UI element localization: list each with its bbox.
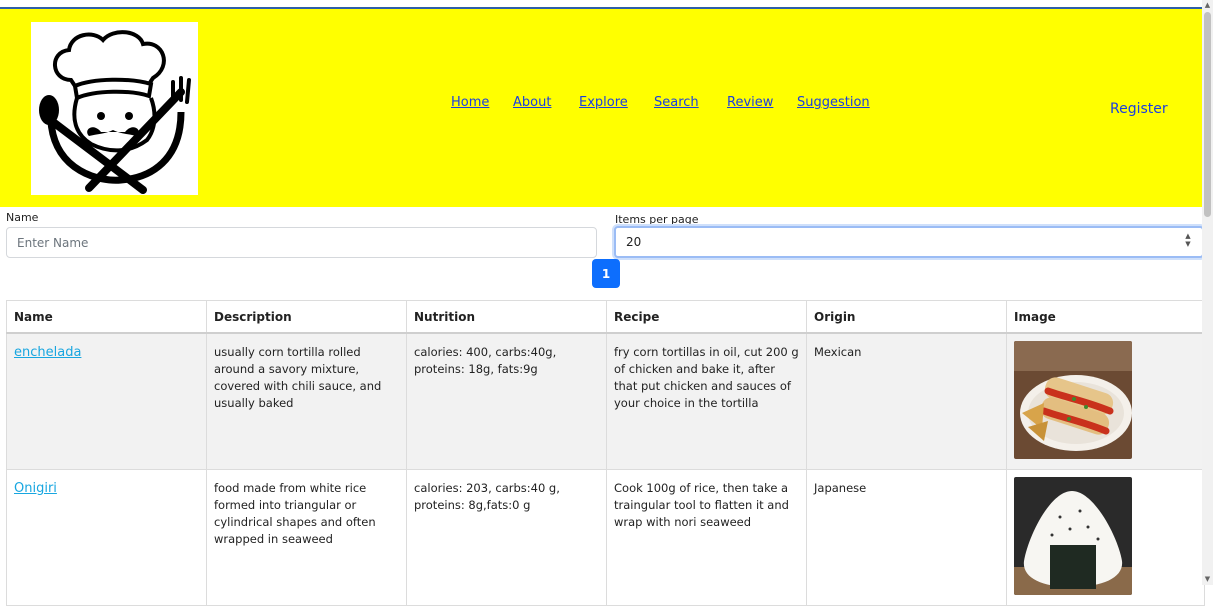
cell-recipe: Cook 100g of rice, then take a traingula… xyxy=(606,469,807,606)
nav-search-link[interactable]: Search xyxy=(654,95,699,110)
name-input[interactable] xyxy=(6,227,597,258)
cell-image xyxy=(1006,332,1205,470)
table-header-row: Name Description Nutrition Recipe Origin… xyxy=(6,300,1205,334)
items-per-page-label: Items per page xyxy=(615,213,699,226)
column-header-description: Description xyxy=(206,300,407,334)
items-per-page-input[interactable] xyxy=(614,226,1204,258)
scroll-up-icon[interactable]: ▲ xyxy=(1203,1,1212,10)
scroll-thumb[interactable] xyxy=(1204,12,1211,217)
number-spinner-icon[interactable]: ▲ ▼ xyxy=(1183,232,1193,250)
food-name-link[interactable]: Onigiri xyxy=(14,481,57,496)
cell-name: Onigiri xyxy=(6,469,207,606)
name-filter-label: Name xyxy=(6,211,39,224)
onigiri-photo xyxy=(1014,477,1132,595)
page-1-button[interactable]: 1 xyxy=(592,259,620,288)
nav-home-link[interactable]: Home xyxy=(451,95,489,110)
nav-explore-link[interactable]: Explore xyxy=(579,95,628,110)
cell-description: food made from white rice formed into tr… xyxy=(206,469,407,606)
cell-recipe: fry corn tortillas in oil, cut 200 g of … xyxy=(606,332,807,470)
column-header-recipe: Recipe xyxy=(606,300,807,334)
column-header-nutrition: Nutrition xyxy=(406,300,607,334)
cell-nutrition: calories: 203, carbs:40 g, proteins: 8g,… xyxy=(406,469,607,606)
cell-origin: Japanese xyxy=(806,469,1007,606)
nav-suggestion-link[interactable]: Suggestion xyxy=(797,95,870,110)
enchilada-photo xyxy=(1014,341,1132,459)
window-top-border xyxy=(0,0,1202,9)
cell-origin: Mexican xyxy=(806,332,1007,470)
scroll-down-icon[interactable]: ▼ xyxy=(1203,575,1212,584)
cell-nutrition: calories: 400, carbs:40g, proteins: 18g,… xyxy=(406,332,607,470)
register-link[interactable]: Register xyxy=(1110,101,1168,117)
column-header-origin: Origin xyxy=(806,300,1007,334)
chef-logo-icon[interactable] xyxy=(31,22,198,195)
cell-name: enchelada xyxy=(6,332,207,470)
column-header-image: Image xyxy=(1006,300,1205,334)
column-header-name: Name xyxy=(6,300,207,334)
nav-review-link[interactable]: Review xyxy=(727,95,773,110)
page-scrollbar[interactable]: ▲ ▼ xyxy=(1202,0,1213,585)
cell-image xyxy=(1006,469,1205,606)
cell-description: usually corn tortilla rolled around a sa… xyxy=(206,332,407,470)
food-table: Name Description Nutrition Recipe Origin… xyxy=(6,300,1205,606)
table-row: Onigiri food made from white rice formed… xyxy=(6,469,1205,606)
nav-about-link[interactable]: About xyxy=(513,95,551,110)
food-name-link[interactable]: enchelada xyxy=(14,345,81,360)
site-header: Home About Explore Search Review Suggest… xyxy=(0,9,1202,207)
table-row: enchelada usually corn tortilla rolled a… xyxy=(6,332,1205,470)
